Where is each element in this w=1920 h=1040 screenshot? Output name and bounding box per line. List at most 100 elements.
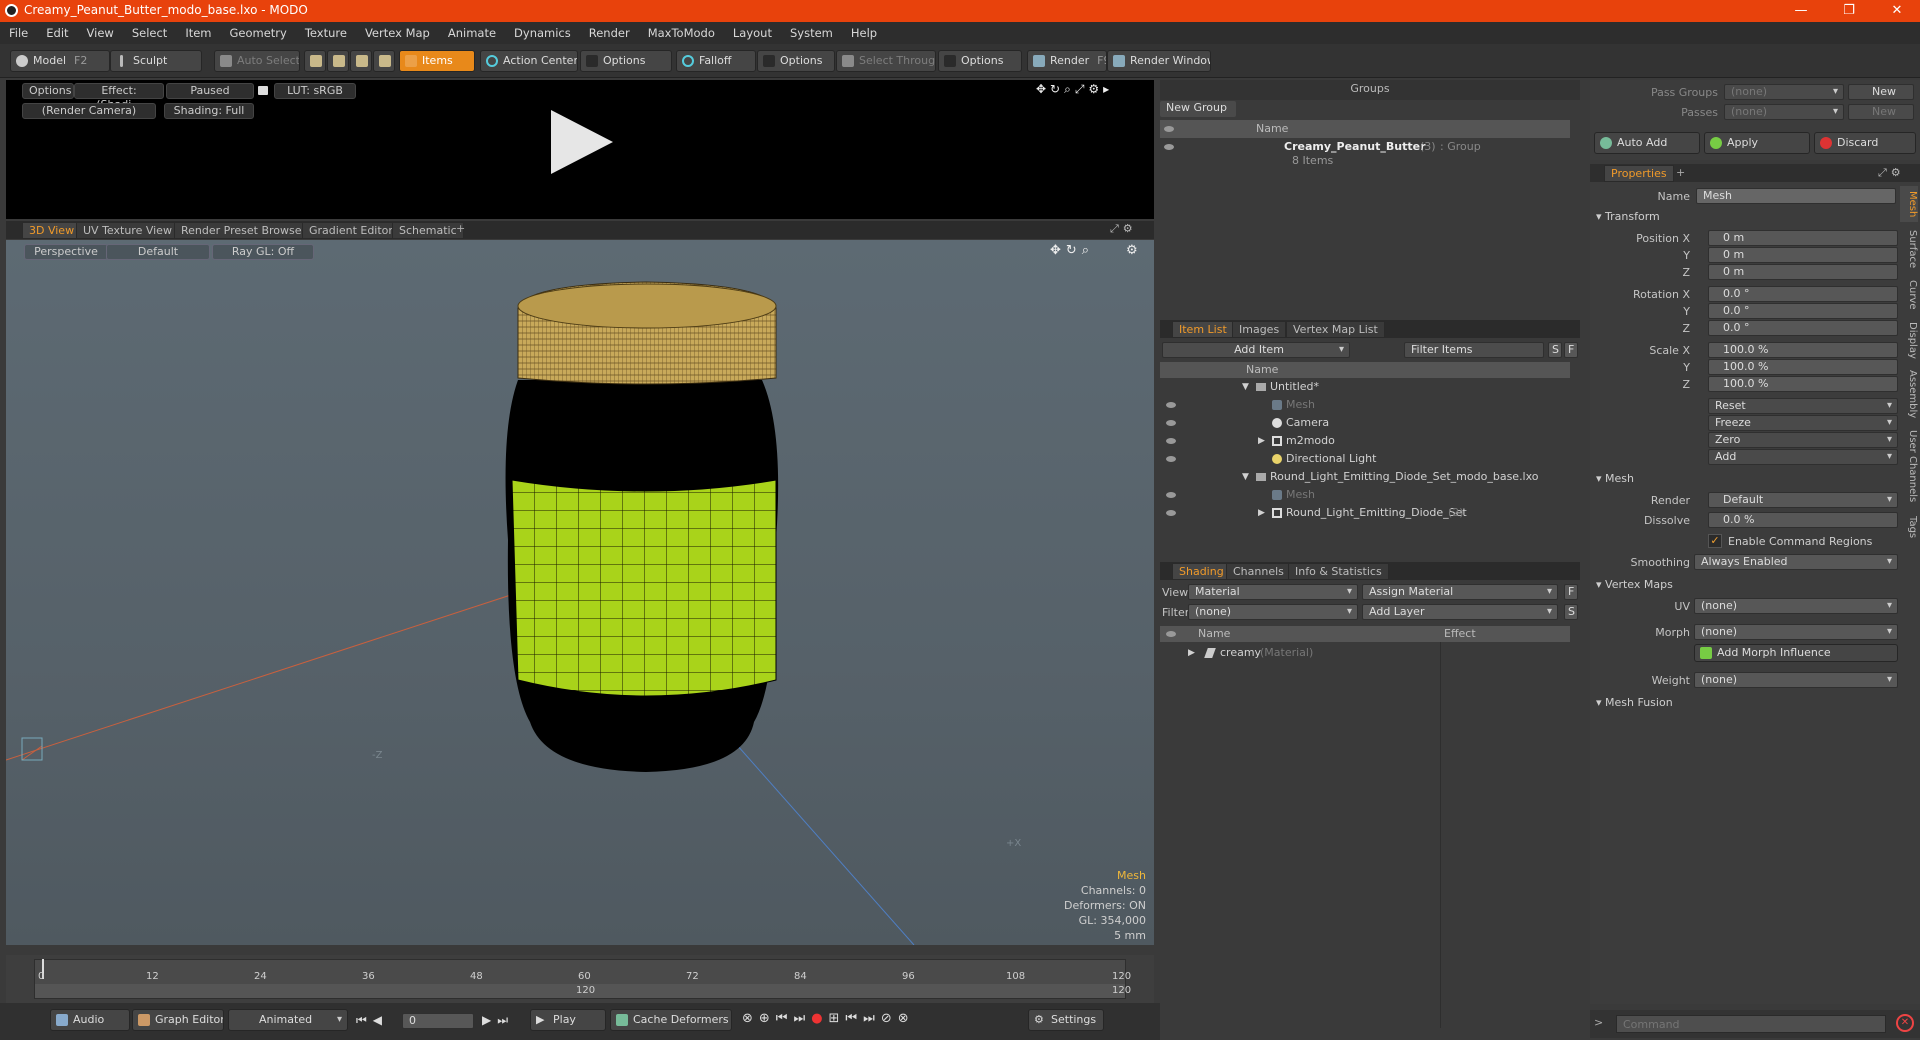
scale-x-field[interactable]: 100.0 %	[1708, 342, 1898, 358]
tab-vertex-map-list[interactable]: Vertex Map List	[1286, 321, 1385, 338]
position-y-field[interactable]: 0 m	[1708, 247, 1898, 263]
tab-uv-texture-view[interactable]: UV Texture View	[76, 222, 179, 239]
list-item[interactable]: ▼ Untitled*	[1160, 378, 1570, 396]
dissolve-field[interactable]: 0.0 %	[1708, 512, 1898, 528]
scale-y-field[interactable]: 100.0 %	[1708, 359, 1898, 375]
menu-help[interactable]: Help	[842, 22, 886, 44]
add-layer-dropdown[interactable]: Add Layer	[1362, 604, 1558, 620]
select-through-options-button[interactable]: Options	[938, 50, 1022, 72]
viewport-corner-icons[interactable]: ⤢⚙	[1110, 222, 1137, 236]
expand-icon[interactable]: ▼	[1242, 378, 1249, 396]
list-item[interactable]: Mesh	[1160, 396, 1570, 414]
timeline[interactable]: 0 12 24 36 48 60 72 84 96 108 120 120 12…	[6, 955, 1154, 1003]
tab-gradient-editor[interactable]: Gradient Editor	[302, 222, 400, 239]
filter-items-input[interactable]: Filter Items	[1404, 342, 1544, 358]
render-paused-button[interactable]: Paused	[166, 83, 254, 99]
shading-filter-dropdown[interactable]: (none)	[1188, 604, 1358, 620]
passes-dropdown[interactable]: (none)	[1724, 104, 1844, 120]
lut-dropdown[interactable]: LUT: sRGB	[274, 83, 356, 99]
tab-images[interactable]: Images	[1232, 321, 1287, 338]
render-shading-dropdown[interactable]: Shading: Full	[164, 103, 254, 119]
menu-layout[interactable]: Layout	[724, 22, 781, 44]
position-x-field[interactable]: 0 m	[1708, 230, 1898, 246]
play-icon[interactable]	[551, 110, 613, 174]
item-list-f-button[interactable]: F	[1564, 342, 1578, 358]
action-center-options-button[interactable]: Options	[580, 50, 672, 72]
render-button[interactable]: RenderF9	[1027, 50, 1107, 72]
passes-new-button[interactable]: New	[1848, 104, 1914, 120]
shading-s-button[interactable]: S	[1564, 604, 1578, 620]
menu-dynamics[interactable]: Dynamics	[505, 22, 580, 44]
audio-button[interactable]: Audio	[50, 1009, 130, 1031]
play-button[interactable]: ▶ Play	[530, 1009, 606, 1031]
settings-button[interactable]: ⚙ Settings	[1028, 1009, 1104, 1031]
vtab-surface[interactable]: Surface	[1900, 226, 1918, 272]
menu-select[interactable]: Select	[123, 22, 176, 44]
pass-groups-dropdown[interactable]: (none)	[1724, 84, 1844, 100]
list-item[interactable]: ▶ m2modo	[1160, 432, 1570, 450]
material-row[interactable]: ▶ creamy (Material)	[1160, 644, 1570, 662]
morph-dropdown[interactable]: (none)	[1694, 624, 1898, 640]
vtab-user-channels[interactable]: User Channels	[1900, 426, 1918, 506]
apply-button[interactable]: Apply	[1704, 132, 1810, 154]
expand-icon[interactable]: ▼	[1242, 468, 1249, 486]
lock-icon[interactable]	[258, 86, 268, 95]
transport-skip-buttons[interactable]: ⏮◀	[356, 1013, 388, 1028]
close-icon[interactable]: ✕	[1874, 0, 1920, 22]
expand-icon[interactable]: ▶	[1258, 432, 1265, 450]
vtab-assembly[interactable]: Assembly	[1900, 366, 1918, 422]
discard-button[interactable]: Discard	[1814, 132, 1916, 154]
freeze-button[interactable]: Freeze	[1708, 415, 1898, 431]
add-morph-influence-button[interactable]: Add Morph Influence	[1694, 644, 1898, 662]
rotation-y-field[interactable]: 0.0 °	[1708, 303, 1898, 319]
zero-button[interactable]: Zero	[1708, 432, 1898, 448]
transform-section[interactable]: ▾ Transform	[1596, 210, 1660, 223]
assign-material-button[interactable]: Assign Material	[1362, 584, 1558, 600]
expand-icon[interactable]: ▶	[1188, 644, 1195, 662]
vtab-display[interactable]: Display	[1900, 318, 1918, 362]
vtab-mesh[interactable]: Mesh	[1900, 186, 1918, 222]
restore-icon[interactable]: ❐	[1826, 0, 1872, 22]
scale-z-field[interactable]: 100.0 %	[1708, 376, 1898, 392]
rotation-x-field[interactable]: 0.0 °	[1708, 286, 1898, 302]
vertex-maps-section[interactable]: ▾ Vertex Maps	[1596, 578, 1673, 591]
select-through-button[interactable]: Select Through	[836, 50, 936, 72]
add-tab-icon[interactable]: +	[456, 222, 465, 235]
item-list-s-button[interactable]: S	[1548, 342, 1562, 358]
minimize-icon[interactable]: —	[1778, 0, 1824, 22]
tab-shading[interactable]: Shading	[1172, 563, 1231, 580]
list-item[interactable]: ▶ Round_Light_Emitting_Diode_Set (2)	[1160, 504, 1570, 522]
materials-mode-button[interactable]	[373, 50, 395, 72]
viewport-3d[interactable]: Perspective Default Ray GL: Off ✥↻⌕ ⚙ -Z…	[6, 240, 1154, 945]
key-record-icons[interactable]: ⊗⊕⏮⏭●⊞⏮⏭⊘⊗	[742, 1011, 915, 1026]
menu-system[interactable]: System	[781, 22, 842, 44]
render-nav-icons[interactable]: ✥↻⌕⤢⚙▸	[1036, 82, 1146, 96]
falloff-button[interactable]: Falloff	[676, 50, 756, 72]
render-dropdown[interactable]: Default	[1708, 492, 1898, 508]
polygons-mode-button[interactable]	[350, 50, 372, 72]
auto-add-button[interactable]: Auto Add	[1594, 132, 1700, 154]
menu-view[interactable]: View	[78, 22, 123, 44]
reset-button[interactable]: Reset	[1708, 398, 1898, 414]
visibility-icon[interactable]	[1166, 456, 1176, 462]
expand-icon[interactable]: ▶	[1258, 504, 1265, 522]
visibility-icon[interactable]	[1166, 438, 1176, 444]
visibility-icon[interactable]	[1166, 420, 1176, 426]
vertices-mode-button[interactable]	[304, 50, 326, 72]
mesh-fusion-section[interactable]: ▾ Mesh Fusion	[1596, 696, 1673, 709]
rotation-z-field[interactable]: 0.0 °	[1708, 320, 1898, 336]
properties-corner-icons[interactable]: ⤢⚙	[1878, 164, 1905, 182]
list-item[interactable]: Camera	[1160, 414, 1570, 432]
menu-geometry[interactable]: Geometry	[221, 22, 296, 44]
menu-file[interactable]: File	[0, 22, 37, 44]
menu-maxtomodo[interactable]: MaxToModo	[639, 22, 724, 44]
render-effect-dropdown[interactable]: Effect: (Shadi...	[74, 83, 164, 111]
shading-view-dropdown[interactable]: Material	[1188, 584, 1358, 600]
visibility-icon[interactable]	[1166, 510, 1176, 516]
frame-field[interactable]: 0	[402, 1013, 474, 1029]
edges-mode-button[interactable]	[327, 50, 349, 72]
uv-dropdown[interactable]: (none)	[1694, 598, 1898, 614]
add-transform-button[interactable]: Add	[1708, 449, 1898, 465]
position-z-field[interactable]: 0 m	[1708, 264, 1898, 280]
name-field[interactable]: Mesh	[1696, 188, 1896, 204]
